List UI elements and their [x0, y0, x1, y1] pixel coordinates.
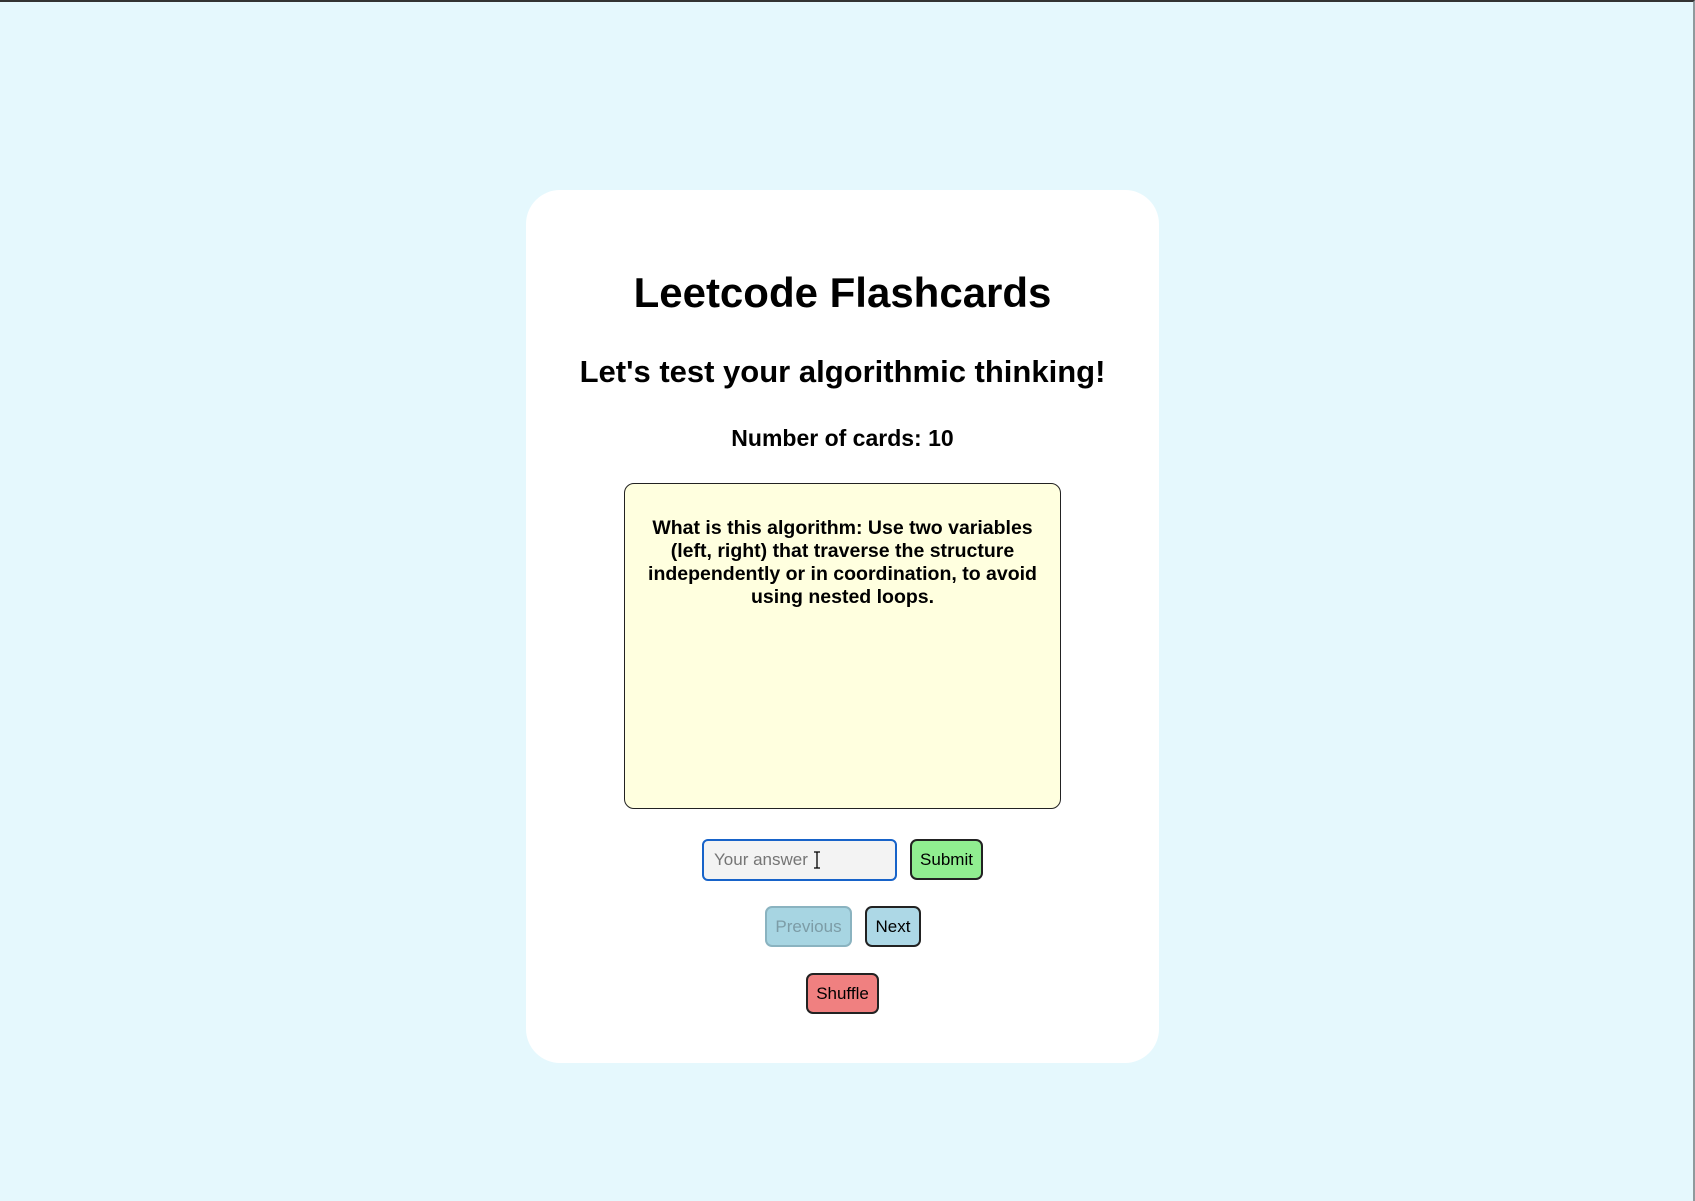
- flashcard[interactable]: What is this algorithm: Use two variable…: [624, 483, 1061, 809]
- shuffle-button[interactable]: Shuffle: [806, 973, 879, 1014]
- card-navigation: Previous Next: [526, 906, 1159, 947]
- card-count: Number of cards: 10: [731, 425, 954, 451]
- submit-button[interactable]: Submit: [910, 839, 983, 880]
- shuffle-row: Shuffle: [526, 973, 1159, 1014]
- flashcard-question: What is this algorithm: Use two variable…: [648, 517, 1037, 608]
- next-button[interactable]: Next: [865, 906, 921, 947]
- previous-button[interactable]: Previous: [765, 906, 852, 947]
- page-title: Leetcode Flashcards: [633, 269, 1052, 316]
- answer-input[interactable]: [702, 839, 897, 881]
- flashcard-app-panel: Leetcode Flashcards Let's test your algo…: [526, 190, 1159, 1063]
- page-subtitle: Let's test your algorithmic thinking!: [579, 354, 1106, 389]
- answer-form: Submit: [526, 839, 1159, 881]
